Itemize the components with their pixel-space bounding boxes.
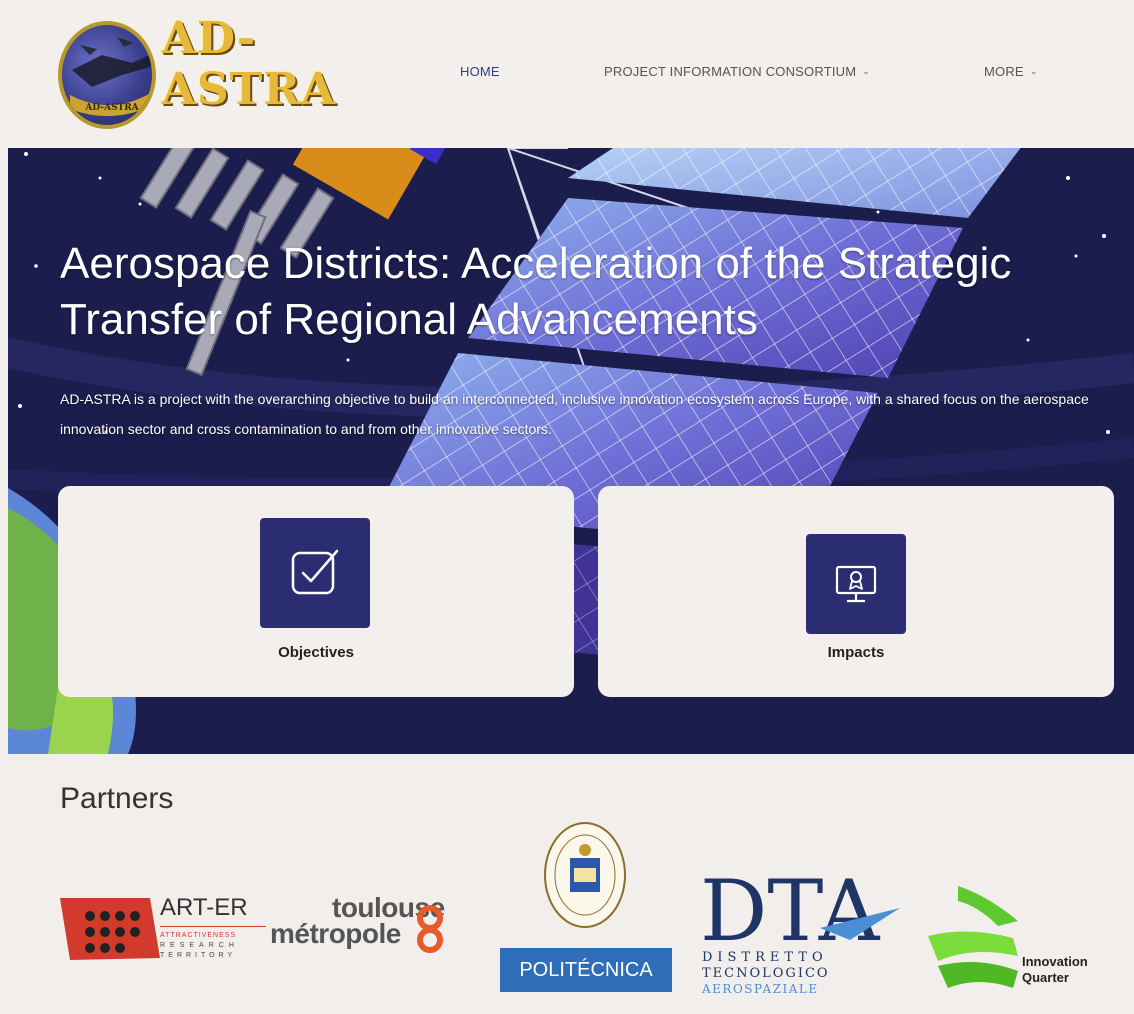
partner-logo-politecnica[interactable]: POLITÉCNICA [500, 820, 672, 1000]
impacts-label: Impacts [827, 644, 885, 661]
art-er-divider [160, 926, 266, 927]
chevron-down-icon: ⌄ [1029, 66, 1038, 76]
dta-line1: DISTRETTO [702, 950, 828, 965]
chevron-down-icon: ⌄ [862, 66, 871, 76]
toulouse-swirl-icon [417, 905, 443, 953]
partner-logo-dta[interactable]: DTA DISTRETTO TECNOLOGICO AEROSPAZIALE [700, 868, 900, 998]
art-er-line2: RESEARCH [160, 942, 239, 949]
art-er-name: ART-ER [160, 894, 248, 921]
logo-emblem: AD-ASTRA [58, 21, 156, 129]
partner-logo-toulouse-metropole[interactable]: toulouse métropole [270, 890, 480, 960]
nav-home-label: HOME [460, 64, 500, 79]
impacts-card[interactable]: Impacts [598, 486, 1114, 697]
checkbox-icon [260, 518, 370, 628]
site-logo[interactable]: AD-ASTRA AD-ASTRA [58, 13, 403, 130]
art-er-mark-icon [60, 898, 160, 960]
nav-more[interactable]: MORE ⌄ [984, 64, 1038, 79]
logo-wordmark: AD-ASTRA [161, 13, 337, 115]
nav-project-label: PROJECT INFORMATION CONSORTIUM [604, 64, 857, 79]
university-seal-icon [544, 822, 626, 928]
toulouse-bottom-text: métropole [270, 918, 401, 949]
dta-line2: TECNOLOGICO [702, 966, 830, 981]
partner-logo-art-er[interactable]: ART-ER ATTRACTIVENESS RESEARCH TERRITORY [60, 888, 270, 968]
innovation-quarter-line2: Quarter [1022, 970, 1069, 985]
monitor-award-icon [806, 534, 906, 634]
nav-project-information-consortium[interactable]: PROJECT INFORMATION CONSORTIUM ⌄ [604, 64, 870, 79]
hero-title: Aerospace Districts: Acceleration of the… [60, 239, 1012, 344]
innovation-quarter-line1: Innovation [1022, 954, 1088, 969]
dta-line3: AEROSPAZIALE [702, 982, 819, 996]
hero-banner: Aerospace Districts: Acceleration of the… [8, 148, 1134, 754]
site-header: AD-ASTRA AD-ASTRA HOME PROJECT INFORMATI… [0, 0, 1134, 148]
art-er-line1: ATTRACTIVENESS [160, 932, 237, 939]
nav-more-label: MORE [984, 64, 1024, 79]
logo-badge-text: AD-ASTRA [84, 103, 139, 113]
partners-heading: Partners [60, 782, 174, 815]
politecnica-name: POLITÉCNICA [500, 948, 672, 992]
hero-description: AD-ASTRA is a project with the overarchi… [60, 391, 1089, 437]
objectives-label: Objectives [278, 644, 354, 661]
innovation-quarter-mark-icon [928, 886, 1018, 988]
dta-mark-icon: DTA [700, 868, 900, 948]
partner-logo-innovation-quarter[interactable]: Innovation Quarter [918, 876, 1118, 996]
art-er-line3: TERRITORY [160, 952, 237, 959]
objectives-card[interactable]: Objectives [58, 486, 574, 697]
nav-home[interactable]: HOME [460, 64, 500, 79]
